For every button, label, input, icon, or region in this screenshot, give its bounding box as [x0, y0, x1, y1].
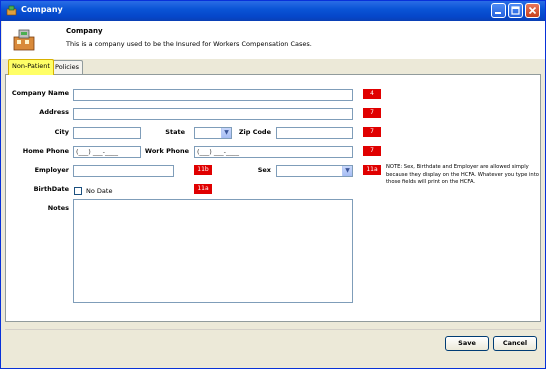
- chevron-down-icon[interactable]: ▼: [342, 166, 352, 176]
- window-title: Company: [21, 5, 63, 14]
- work-phone-badge: 7: [363, 146, 381, 156]
- cancel-button[interactable]: Cancel: [493, 336, 537, 351]
- company-icon: [13, 29, 35, 51]
- employer-input[interactable]: [73, 165, 174, 177]
- city-input[interactable]: [73, 127, 141, 139]
- home-phone-label: Home Phone: [22, 147, 69, 155]
- state-select[interactable]: ▼: [194, 127, 232, 139]
- zip-badge: 7: [363, 127, 381, 137]
- company-name-badge: 4: [363, 89, 381, 99]
- app-icon: [6, 5, 17, 16]
- notes-textarea[interactable]: [73, 199, 353, 303]
- city-label: City: [54, 128, 69, 136]
- work-phone-input[interactable]: (___) ___-____: [194, 146, 353, 158]
- close-button[interactable]: [525, 3, 540, 18]
- title-bar[interactable]: Company: [1, 1, 545, 21]
- zip-label: Zip Code: [238, 128, 271, 136]
- address-badge: 7: [363, 108, 381, 118]
- save-button[interactable]: Save: [445, 336, 489, 351]
- notes-label: Notes: [47, 204, 69, 212]
- footer-divider: [5, 329, 541, 330]
- hcfa-note: NOTE: Sex, Birthdate and Employer are al…: [386, 164, 539, 185]
- birthdate-badge: 11a: [194, 184, 212, 194]
- work-phone-label: Work Phone: [144, 147, 189, 155]
- chevron-down-icon[interactable]: ▼: [221, 128, 231, 138]
- tab-policies[interactable]: Policies: [51, 60, 84, 75]
- sex-badge: 11a: [363, 165, 381, 175]
- address-input[interactable]: [73, 108, 353, 120]
- maximize-icon: [511, 6, 520, 15]
- no-date-label: No Date: [86, 187, 113, 195]
- tab-non-patient[interactable]: Non-Patient: [8, 59, 54, 75]
- dialog-header: Company This is a company used to be the…: [2, 21, 545, 59]
- sex-select[interactable]: ▼: [276, 165, 353, 177]
- sex-label: Sex: [257, 166, 271, 174]
- company-window: Company Company This is a company used t…: [0, 0, 546, 369]
- header-description: This is a company used to be the Insured…: [66, 40, 312, 48]
- birthdate-label: BirthDate: [33, 185, 69, 193]
- minimize-button[interactable]: [491, 3, 506, 18]
- company-name-label: Company Name: [11, 89, 69, 97]
- employer-label: Employer: [34, 166, 69, 174]
- home-phone-input[interactable]: (___) ___-____: [73, 146, 141, 158]
- no-date-checkbox[interactable]: [74, 187, 82, 195]
- state-label: State: [165, 128, 185, 136]
- minimize-icon: [495, 12, 501, 14]
- close-icon: [528, 6, 537, 15]
- maximize-button[interactable]: [508, 3, 523, 18]
- header-title: Company: [66, 27, 103, 35]
- zip-input[interactable]: [276, 127, 353, 139]
- company-name-input[interactable]: [73, 89, 353, 101]
- employer-badge: 11b: [194, 165, 212, 175]
- address-label: Address: [39, 108, 69, 116]
